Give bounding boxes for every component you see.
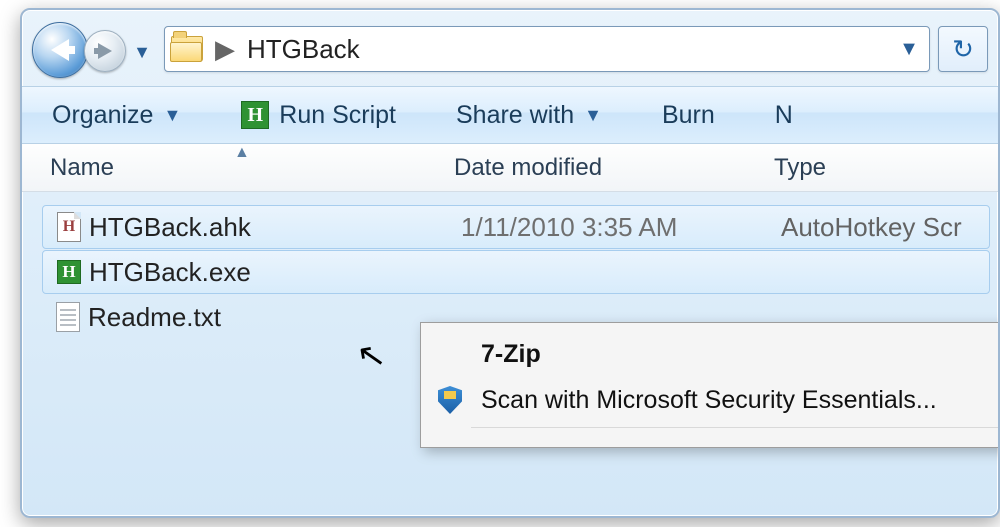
burn-label: Burn: [662, 101, 715, 130]
run-script-button[interactable]: H Run Script: [241, 101, 396, 130]
file-row[interactable]: H HTGBack.exe: [42, 250, 990, 294]
explorer-window: ▼ ▶ HTGBack ▼ ↻ Organize ▼ H Run Script …: [20, 8, 1000, 518]
forward-button[interactable]: [84, 30, 126, 72]
shield-icon: [438, 386, 462, 414]
context-menu-label: 7-Zip: [481, 340, 541, 369]
column-type[interactable]: Type: [762, 154, 998, 182]
chevron-down-icon: ▼: [163, 105, 181, 126]
chevron-down-icon: ▼: [584, 105, 602, 126]
mouse-cursor-icon: ↖: [354, 334, 389, 378]
file-list: H HTGBack.ahk 1/11/2010 3:35 AM AutoHotk…: [22, 192, 998, 339]
refresh-icon: ↻: [952, 34, 974, 65]
organize-button[interactable]: Organize ▼: [52, 101, 181, 130]
file-name: HTGBack.exe: [89, 257, 449, 288]
breadcrumb-separator: ▶: [215, 34, 235, 65]
organize-label: Organize: [52, 101, 153, 130]
arrow-right-icon: [98, 43, 112, 59]
sort-ascending-icon: ▲: [234, 144, 250, 162]
address-dropdown[interactable]: ▼: [895, 27, 923, 71]
breadcrumb-folder[interactable]: HTGBack: [247, 34, 360, 65]
arrow-left-icon: [51, 39, 69, 61]
run-script-label: Run Script: [279, 101, 396, 130]
column-name[interactable]: Name: [22, 154, 442, 182]
file-row[interactable]: H HTGBack.ahk 1/11/2010 3:35 AM AutoHotk…: [42, 205, 990, 249]
share-with-button[interactable]: Share with ▼: [456, 101, 602, 130]
autohotkey-icon: H: [241, 101, 269, 129]
nav-buttons: ▼: [32, 20, 156, 78]
nav-row: ▼ ▶ HTGBack ▼ ↻: [22, 10, 998, 82]
nav-history-dropdown[interactable]: ▼: [130, 42, 154, 62]
ahk-exe-icon: H: [57, 260, 81, 284]
context-menu-label: Scan with Microsoft Security Essentials.…: [481, 386, 937, 415]
context-menu: 7-Zip Scan with Microsoft Security Essen…: [420, 322, 1000, 448]
share-with-label: Share with: [456, 101, 574, 130]
file-name: Readme.txt: [88, 302, 442, 333]
text-file-icon: [56, 302, 80, 332]
column-headers: ▲ Name Date modified Type: [22, 144, 998, 192]
file-date: 1/11/2010 3:35 AM: [449, 212, 769, 243]
address-bar[interactable]: ▶ HTGBack ▼: [164, 26, 930, 72]
toolbar-overflow[interactable]: N: [775, 101, 793, 130]
toolbar: Organize ▼ H Run Script Share with ▼ Bur…: [22, 86, 998, 144]
context-menu-item-7zip[interactable]: 7-Zip: [421, 331, 1000, 377]
back-button[interactable]: [32, 22, 88, 78]
file-name: HTGBack.ahk: [89, 212, 449, 243]
ahk-file-icon: H: [57, 212, 81, 242]
column-date-modified[interactable]: Date modified: [442, 154, 762, 182]
toolbar-overflow-label: N: [775, 101, 793, 130]
folder-icon: [171, 36, 203, 62]
context-menu-item-scan[interactable]: Scan with Microsoft Security Essentials.…: [421, 377, 1000, 423]
refresh-button[interactable]: ↻: [938, 26, 988, 72]
context-menu-separator: [471, 427, 999, 439]
file-type: AutoHotkey Scr: [769, 212, 989, 243]
burn-button[interactable]: Burn: [662, 101, 715, 130]
